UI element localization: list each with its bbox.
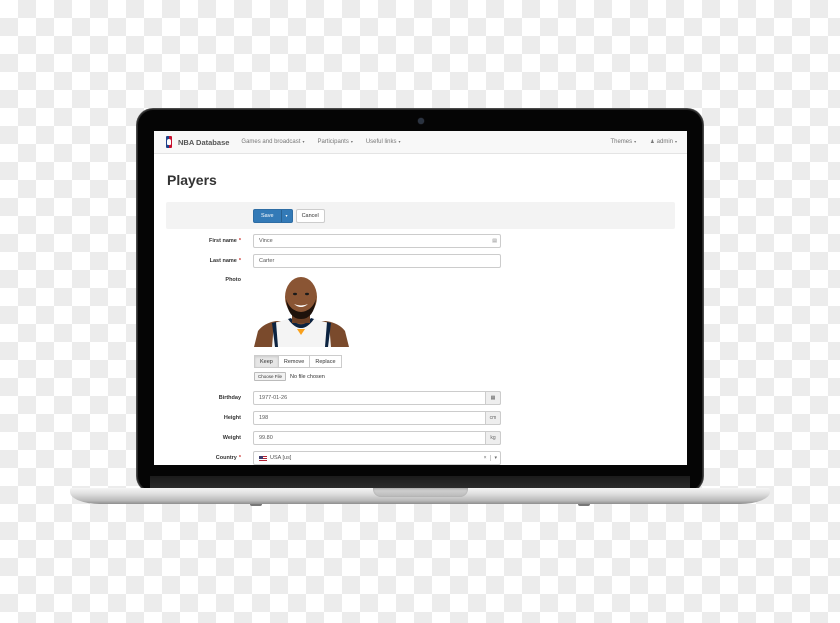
first-name-row: First name * Vince ▤	[154, 234, 687, 248]
caret-down-icon: ▾	[302, 138, 305, 144]
save-options-dropdown[interactable]: ▾	[280, 209, 292, 222]
us-flag-icon	[259, 455, 267, 461]
weight-row: Weight 99.80 kg	[154, 431, 687, 445]
last-name-input[interactable]: Carter	[253, 254, 501, 268]
player-photo	[254, 275, 349, 347]
country-label: Country *	[215, 455, 241, 461]
first-name-input[interactable]: Vince ▤	[253, 234, 501, 248]
laptop-hinge	[150, 476, 690, 488]
select-controls: × ▾	[484, 455, 497, 461]
nav-label: Participants	[317, 139, 349, 146]
nav-participants[interactable]: Participants ▾	[317, 139, 352, 145]
height-label: Height	[223, 415, 241, 421]
form-toolbar: Save ▾ Cancel	[166, 202, 675, 229]
weight-label: Weight	[222, 435, 241, 441]
height-row: Height 198 cm	[154, 411, 687, 425]
caret-down-icon: ▾	[398, 138, 401, 144]
caret-down-icon[interactable]: ▾	[490, 455, 497, 461]
weight-input[interactable]: 99.80 kg	[253, 431, 501, 445]
nav-themes[interactable]: Themes ▾	[610, 139, 636, 145]
laptop-foot	[578, 504, 590, 506]
user-icon: ♟	[650, 139, 655, 146]
contact-card-icon: ▤	[492, 238, 497, 244]
nav-label: Games and broadcast	[241, 139, 301, 146]
photo-replace-button[interactable]: Replace	[309, 355, 342, 368]
calendar-icon[interactable]: ▦	[485, 391, 501, 405]
navbar: NBA Database Games and broadcast ▾ Partic…	[154, 131, 687, 154]
caret-down-icon: ▾	[350, 138, 353, 144]
laptop-foot	[250, 504, 262, 506]
file-status: No file chosen	[290, 373, 325, 380]
nav-label: Useful links	[365, 139, 397, 146]
nav-right: Themes ▾ ♟ admin ▾	[596, 139, 677, 145]
photo-action-group: Keep Remove Replace	[254, 355, 342, 368]
photo-row: Photo Keep Remove Replace Choose File No…	[154, 275, 687, 385]
laptop-camera	[418, 118, 424, 124]
birthday-row: Birthday 1977-01-26 ▦	[154, 391, 687, 405]
caret-down-icon: ▾	[285, 213, 288, 218]
photo-remove-button[interactable]: Remove	[277, 355, 311, 368]
last-name-row: Last name * Carter	[154, 254, 687, 268]
save-button[interactable]: Save	[254, 213, 281, 219]
page-title: Players	[167, 172, 217, 188]
laptop-screen: NBA Database Games and broadcast ▾ Partic…	[154, 131, 687, 465]
input-value: Vince	[259, 238, 273, 244]
last-name-label: Last name *	[209, 258, 241, 264]
photo-keep-button[interactable]: Keep	[254, 355, 279, 368]
nav-games-and-broadcast[interactable]: Games and broadcast ▾	[241, 139, 304, 145]
brand-name: NBA Database	[178, 137, 230, 147]
nav-label: Themes	[610, 139, 633, 146]
nav-useful-links[interactable]: Useful links ▾	[366, 139, 401, 145]
save-button-group: Save ▾	[253, 208, 293, 223]
required-mark: *	[238, 258, 241, 264]
laptop-notch	[373, 488, 468, 497]
caret-down-icon: ▾	[674, 138, 677, 144]
cancel-button[interactable]: Cancel	[295, 208, 325, 223]
weight-unit-addon: kg	[485, 431, 501, 445]
photo-label: Photo	[225, 277, 241, 283]
country-row: Country * USA [us] × ▾	[154, 451, 687, 465]
input-value: Carter	[259, 258, 275, 264]
input-value: 198	[259, 415, 269, 421]
birthday-label: Birthday	[218, 395, 241, 401]
file-input: Choose File No file chosen	[254, 372, 325, 381]
nav-user-menu[interactable]: ♟ admin ▾	[650, 139, 677, 145]
height-input[interactable]: 198 cm	[253, 411, 501, 425]
input-value: 1977-01-26	[259, 395, 288, 401]
birthday-input[interactable]: 1977-01-26 ▦	[253, 391, 501, 405]
nav-label: admin	[656, 139, 673, 146]
nba-logo-icon	[166, 136, 172, 148]
first-name-label: First name *	[209, 238, 241, 244]
country-select[interactable]: USA [us] × ▾	[253, 451, 501, 465]
brand-link[interactable]: NBA Database	[166, 136, 229, 148]
input-value: 99.80	[259, 435, 273, 441]
caret-down-icon: ▾	[634, 138, 637, 144]
choose-file-button[interactable]: Choose File	[254, 372, 287, 381]
select-value: USA [us]	[270, 455, 292, 461]
required-mark: *	[238, 455, 241, 461]
required-mark: *	[238, 238, 241, 244]
height-unit-addon: cm	[485, 411, 501, 425]
clear-icon[interactable]: ×	[484, 455, 487, 461]
